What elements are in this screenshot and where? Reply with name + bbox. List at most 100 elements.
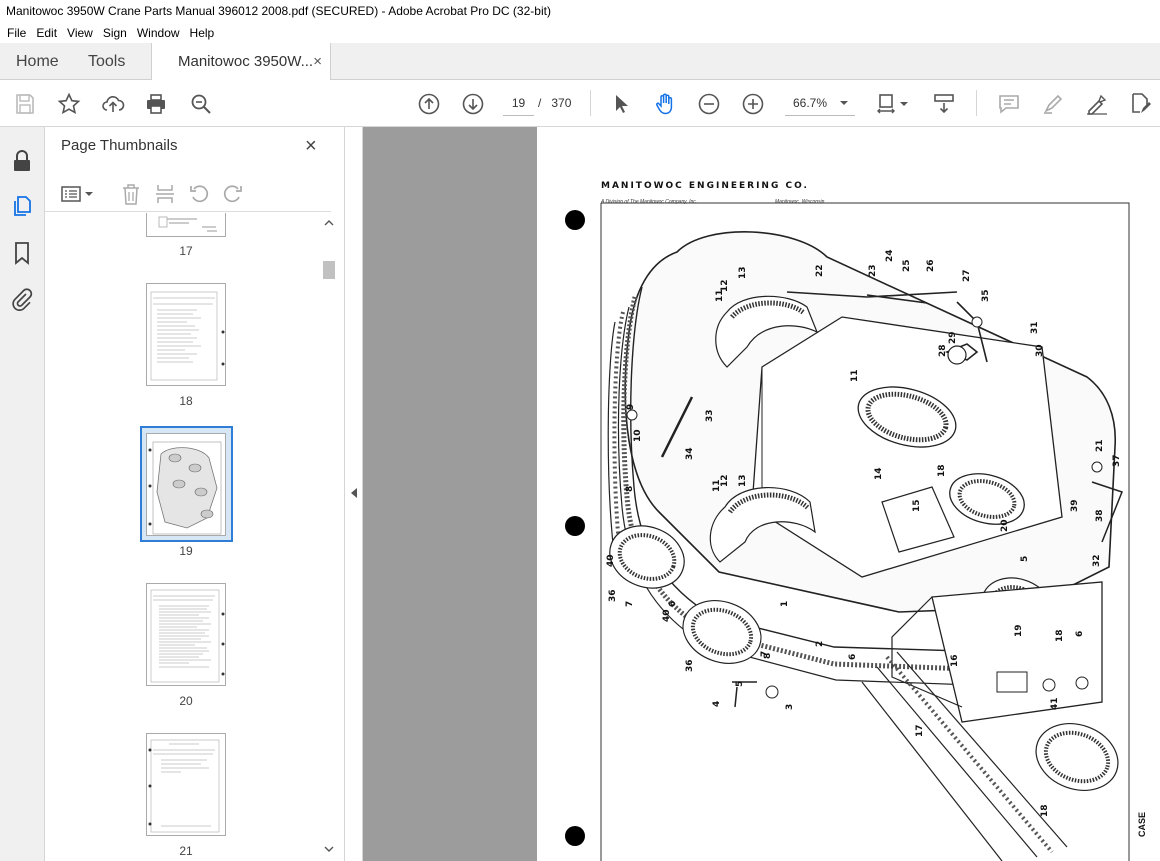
part-number-label: 38 xyxy=(1095,509,1105,522)
part-number-label: 36 xyxy=(608,589,618,602)
thumbnail-label: 19 xyxy=(179,544,193,558)
part-number-label: 25 xyxy=(902,259,912,272)
collapse-arrow-icon[interactable] xyxy=(349,487,359,499)
share-icon[interactable] xyxy=(100,91,126,117)
print-icon[interactable] xyxy=(143,91,169,117)
part-number-label: 16 xyxy=(950,654,960,667)
page-up-icon[interactable] xyxy=(416,91,442,117)
part-number-label: 18 xyxy=(1055,629,1065,642)
thumbnail-label: 17 xyxy=(179,244,193,258)
menu-sign[interactable]: Sign xyxy=(98,26,132,40)
thumbnails-panel: Page Thumbnails × 17 18 19 20 21 xyxy=(45,127,345,861)
part-number-label: 18 xyxy=(937,464,947,477)
part-number-label: 29 xyxy=(948,331,958,344)
zoom-search-icon[interactable] xyxy=(188,91,214,117)
menu-bar: File Edit View Sign Window Help xyxy=(0,22,1160,43)
page-down-icon[interactable] xyxy=(460,91,486,117)
thumbnail-page[interactable] xyxy=(146,213,226,237)
part-number-label: 40 xyxy=(606,554,616,567)
pdf-page: MANITOWOC ENGINEERING CO. A Division of … xyxy=(537,127,1160,861)
thumbnail-page[interactable] xyxy=(146,583,226,686)
select-icon[interactable] xyxy=(608,91,634,117)
part-number-label: 39 xyxy=(1070,499,1080,512)
part-number-label: 18 xyxy=(1040,804,1050,817)
zoom-in-icon[interactable] xyxy=(740,91,766,117)
left-rail xyxy=(0,127,45,861)
part-number-label: 8 xyxy=(763,653,773,659)
rotate-cw-icon[interactable] xyxy=(221,182,245,206)
thumbnail-page[interactable] xyxy=(146,283,226,386)
menu-window[interactable]: Window xyxy=(132,26,185,40)
lock-icon[interactable] xyxy=(9,148,35,174)
page-total: 370 xyxy=(551,96,572,110)
part-number-label: 21 xyxy=(1095,439,1105,452)
tab-close-icon[interactable]: × xyxy=(313,43,322,80)
highlight-icon[interactable] xyxy=(1040,91,1066,117)
bookmark-icon[interactable] xyxy=(9,240,35,266)
crane-parts-diagram: 1234556667788910111111121213131415161718… xyxy=(565,202,1130,861)
part-number-label: 34 xyxy=(685,447,695,460)
part-number-label: 17 xyxy=(915,724,925,737)
toolbar-divider xyxy=(976,90,977,116)
hand-icon[interactable] xyxy=(652,91,678,117)
part-number-label: 2 xyxy=(815,641,825,647)
edit-icon[interactable] xyxy=(1127,91,1153,117)
page-separator: / xyxy=(538,96,542,110)
panel-toolbar xyxy=(45,174,331,212)
tab-home[interactable]: Home xyxy=(16,43,59,80)
fit-chevron-down-icon[interactable] xyxy=(897,91,911,117)
part-number-label: 7 xyxy=(625,601,635,607)
menu-file[interactable]: File xyxy=(2,26,31,40)
part-number-label: 20 xyxy=(1000,519,1010,532)
menu-edit[interactable]: Edit xyxy=(31,26,62,40)
scroll-up-icon[interactable] xyxy=(324,219,334,227)
part-number-label: 13 xyxy=(738,266,748,279)
delete-icon[interactable] xyxy=(119,182,143,206)
menu-view[interactable]: View xyxy=(62,26,98,40)
tab-bar: Home Tools Manitowoc 3950W... × xyxy=(0,43,1160,81)
panel-title: Page Thumbnails xyxy=(61,137,178,154)
rotate-ccw-icon[interactable] xyxy=(187,182,211,206)
thumbnail-options-icon[interactable] xyxy=(60,182,94,206)
part-number-label: 37 xyxy=(1112,454,1122,467)
zoom-level-value: 66.7% xyxy=(793,96,828,110)
scroll-thumb[interactable] xyxy=(323,261,335,279)
comment-icon[interactable] xyxy=(996,91,1022,117)
tab-tools[interactable]: Tools xyxy=(88,43,125,80)
close-icon[interactable]: × xyxy=(305,135,317,158)
thumbnail-label: 21 xyxy=(179,844,193,858)
zoom-out-icon[interactable] xyxy=(696,91,722,117)
menu-help[interactable]: Help xyxy=(185,26,220,40)
main-toolbar xyxy=(0,80,1160,127)
thumbnail-page[interactable] xyxy=(146,733,226,836)
save-icon[interactable] xyxy=(12,91,38,117)
part-number-label: 12 xyxy=(720,279,730,292)
thumbnail-list: 17 18 19 20 21 xyxy=(45,213,321,861)
thumbnail-page-selected[interactable] xyxy=(146,433,226,536)
part-number-label: 15 xyxy=(912,499,922,512)
part-number-label: 13 xyxy=(738,474,748,487)
part-number-label: 6 xyxy=(668,601,678,607)
tab-document-label: Manitowoc 3950W... xyxy=(178,53,314,70)
page-number-input[interactable]: 19 xyxy=(503,90,534,116)
zoom-level-select[interactable]: 66.7% xyxy=(785,90,855,116)
thumbnail-scrollbar[interactable] xyxy=(321,213,337,861)
part-number-label: 5 xyxy=(1020,556,1030,562)
scroll-down-icon[interactable] xyxy=(324,845,334,853)
part-number-label: 23 xyxy=(868,264,878,277)
part-number-label: 33 xyxy=(705,409,715,422)
part-number-label: 6 xyxy=(1075,631,1085,637)
scroll-mode-icon[interactable] xyxy=(931,91,957,117)
part-number-label: 40 xyxy=(662,609,672,622)
part-number-label: 24 xyxy=(885,249,895,262)
part-number-label: 14 xyxy=(874,467,884,480)
sign-icon[interactable] xyxy=(1084,91,1110,117)
extract-pages-icon[interactable] xyxy=(153,182,177,206)
tab-document[interactable]: Manitowoc 3950W... × xyxy=(151,43,331,81)
page-thumbnails-icon[interactable] xyxy=(9,193,35,219)
part-number-label: 28 xyxy=(938,344,948,357)
star-icon[interactable] xyxy=(56,91,82,117)
toolbar-divider xyxy=(590,90,591,116)
attachment-icon[interactable] xyxy=(9,286,35,312)
panel-collapse-strip[interactable] xyxy=(345,127,363,861)
